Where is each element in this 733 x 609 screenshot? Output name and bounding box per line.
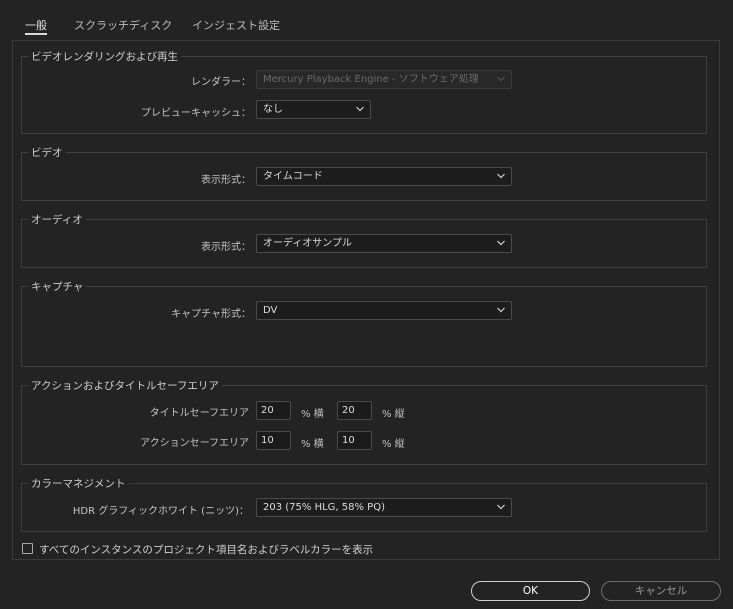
chevron-down-icon (497, 173, 505, 179)
video-rendering-group (21, 56, 707, 134)
action-safe-h-unit: % 横 (301, 439, 324, 450)
preview-cache-select[interactable]: なし (256, 100, 371, 119)
chevron-down-icon (356, 106, 364, 112)
cancel-button[interactable]: キャンセル (601, 581, 721, 601)
title-safe-horizontal-input[interactable]: 20 (256, 401, 291, 420)
capture-format-label: キャプチャ形式： (171, 309, 251, 320)
video-display-format-label: 表示形式： (201, 175, 251, 186)
active-tab-indicator (25, 33, 47, 35)
tab-bar: 一般 スクラッチディスク インジェスト設定 (0, 0, 733, 40)
show-label-colors-checkbox[interactable] (22, 543, 33, 554)
ok-button[interactable]: OK (471, 581, 590, 601)
renderer-value: Mercury Playback Engine - ソフトウェア処理 (263, 74, 479, 85)
tab-scratch-disks[interactable]: スクラッチディスク (74, 17, 172, 33)
action-safe-vertical-input[interactable]: 10 (337, 431, 372, 450)
safe-areas-group (21, 385, 707, 465)
chevron-down-icon (497, 307, 505, 313)
hdr-white-value: 203 (75% HLG, 58% PQ) (263, 502, 385, 513)
audio-title: オーディオ (28, 212, 86, 227)
color-management-title: カラーマネジメント (28, 476, 129, 491)
chevron-down-icon (497, 504, 505, 510)
action-safe-label: アクションセーフエリア (140, 438, 249, 449)
action-safe-horizontal-input[interactable]: 10 (256, 431, 291, 450)
chevron-down-icon (497, 240, 505, 246)
tab-ingest-settings[interactable]: インジェスト設定 (192, 17, 280, 33)
preview-cache-value: なし (263, 104, 283, 115)
capture-format-select[interactable]: DV (256, 301, 512, 320)
renderer-select: Mercury Playback Engine - ソフトウェア処理 (256, 70, 512, 89)
title-safe-h-unit: % 横 (301, 409, 324, 420)
capture-group (21, 286, 707, 367)
capture-format-value: DV (263, 305, 278, 316)
video-rendering-title: ビデオレンダリングおよび再生 (28, 49, 181, 64)
safe-areas-title: アクションおよびタイトルセーフエリア (28, 378, 222, 393)
capture-title: キャプチャ (28, 279, 87, 294)
show-label-colors-label[interactable]: すべてのインスタンスのプロジェクト項目名およびラベルカラーを表示 (39, 542, 373, 557)
video-display-format-select[interactable]: タイムコード (256, 167, 512, 186)
audio-display-format-label: 表示形式： (201, 242, 251, 253)
video-title: ビデオ (28, 145, 66, 160)
title-safe-vertical-input[interactable]: 20 (337, 401, 372, 420)
chevron-down-icon (497, 76, 505, 82)
title-safe-v-unit: % 縦 (382, 409, 405, 420)
action-safe-v-unit: % 縦 (382, 439, 405, 450)
tab-general[interactable]: 一般 (25, 17, 47, 33)
audio-display-format-select[interactable]: オーディオサンプル (256, 234, 512, 253)
title-safe-label: タイトルセーフエリア (149, 408, 249, 419)
video-display-format-value: タイムコード (263, 171, 323, 182)
preview-cache-label: プレビューキャッシュ： (141, 108, 251, 119)
audio-display-format-value: オーディオサンプル (263, 238, 352, 249)
renderer-label: レンダラー： (191, 77, 251, 88)
hdr-white-label: HDR グラフィックホワイト (ニッツ)： (72, 506, 249, 517)
hdr-white-select[interactable]: 203 (75% HLG, 58% PQ) (256, 498, 512, 517)
